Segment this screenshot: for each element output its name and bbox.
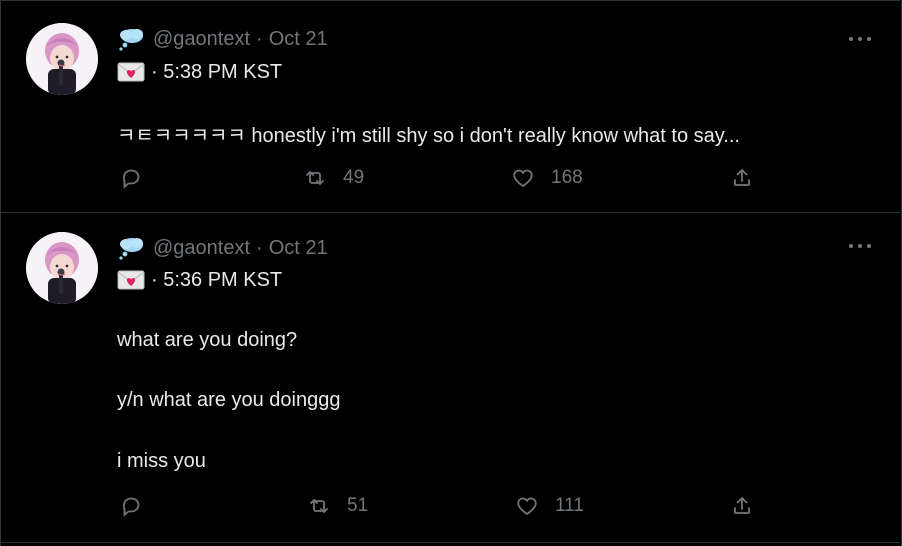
reply-button[interactable]: [119, 494, 159, 518]
thought-balloon-emoji-icon: [119, 29, 143, 51]
tweet-header: @gaontext · Oct 21: [117, 25, 328, 53]
share-button[interactable]: [730, 494, 770, 518]
love-letter-emoji-icon: [117, 270, 145, 290]
heart-icon: [517, 497, 537, 515]
date-separator: ·: [256, 27, 263, 50]
retweet-count: 49: [343, 167, 365, 188]
more-dots-icon[interactable]: [849, 236, 871, 256]
retweet-button[interactable]: 49: [303, 166, 364, 190]
share-icon: [734, 497, 750, 514]
tweet-time-text: · 5:36 PM KST: [151, 268, 283, 291]
tweet-time-line: · 5:36 PM KST: [117, 266, 282, 294]
tweet[interactable]: @gaontext · Oct 21 · 5:38 PM KST ㅋㅌㅋㅋㅋㅋㅋ…: [1, 0, 900, 213]
user-handle[interactable]: @gaontext: [153, 28, 250, 51]
tweet-text-line: i miss you: [117, 450, 206, 472]
share-icon: [734, 169, 750, 186]
date-separator: ·: [256, 236, 263, 259]
heart-icon: [513, 169, 533, 187]
like-button[interactable]: 111: [515, 494, 584, 518]
love-letter-emoji-icon: [117, 62, 145, 82]
retweet-count: 51: [347, 495, 369, 516]
tweet-text-line: what are you doing?: [117, 329, 298, 351]
like-button[interactable]: 168: [511, 166, 583, 190]
tweet[interactable]: @gaontext · Oct 21 · 5:36 PM KST what ar…: [1, 212, 900, 543]
tweet-time-line: · 5:38 PM KST: [117, 58, 282, 86]
tweet-date[interactable]: Oct 21: [269, 237, 328, 260]
retweet-icon: [310, 499, 328, 513]
like-count: 168: [551, 167, 583, 188]
tweet-header: @gaontext · Oct 21: [117, 234, 328, 262]
thought-balloon-emoji-icon: [119, 238, 143, 260]
more-dots-icon[interactable]: [849, 29, 871, 49]
retweet-icon: [306, 171, 324, 185]
share-button[interactable]: [730, 166, 770, 190]
avatar[interactable]: [26, 23, 98, 95]
reply-icon: [123, 169, 140, 189]
tweet-time-text: · 5:38 PM KST: [151, 60, 283, 83]
tweet-actions: 51 111: [1, 494, 900, 524]
reply-button[interactable]: [119, 166, 159, 190]
avatar[interactable]: [26, 232, 98, 304]
user-handle[interactable]: @gaontext: [153, 237, 250, 260]
like-count: 111: [555, 495, 584, 516]
retweet-button[interactable]: 51: [307, 494, 368, 518]
reply-icon: [123, 497, 140, 517]
tweet-text: ㅋㅌㅋㅋㅋㅋㅋ honestly i'm still shy so i don'…: [117, 125, 740, 147]
tweet-actions: 49 168: [1, 166, 900, 196]
tweet-date[interactable]: Oct 21: [269, 28, 328, 51]
tweet-text-line: y/n what are you doinggg: [117, 389, 341, 411]
